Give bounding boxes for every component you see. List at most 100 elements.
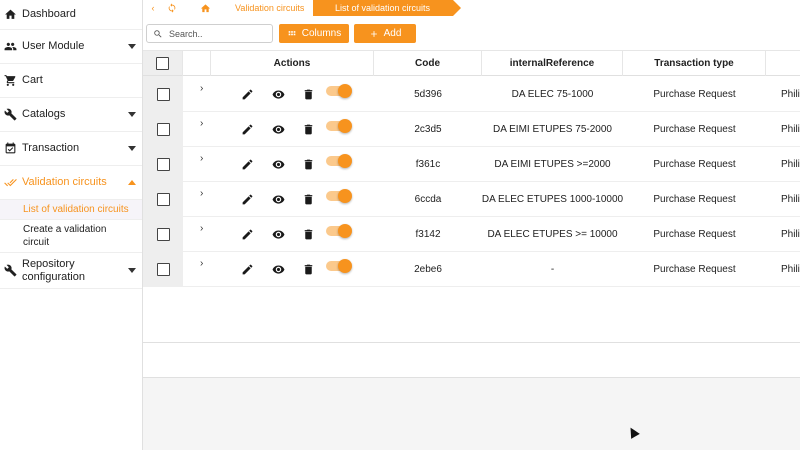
back-icon[interactable]: ‹ (148, 0, 158, 16)
expand-row-icon[interactable]: › (200, 83, 203, 94)
sidebar-item-label: Transaction (22, 142, 80, 154)
plus-icon (369, 29, 384, 39)
breadcrumb: ‹ Validation circuits List of validation… (143, 0, 800, 16)
breadcrumb-home[interactable] (185, 0, 225, 16)
refresh-icon[interactable] (165, 0, 179, 16)
active-toggle[interactable] (326, 189, 352, 203)
cell-extra: Phili (781, 194, 800, 205)
view-icon[interactable] (271, 87, 285, 101)
home-icon (200, 3, 211, 14)
delete-icon[interactable] (301, 262, 315, 276)
cell-transaction-type: Purchase Request (653, 229, 736, 240)
cell-code: 2c3d5 (414, 124, 442, 135)
search-input[interactable] (169, 28, 264, 39)
table-row[interactable]: › 2c3d5 DA EIMI ETUPES 75-2000 Purchase Req… (143, 112, 800, 147)
sidebar-item-dashboard[interactable]: Dashboard (0, 0, 142, 30)
sidebar-item-catalogs[interactable]: Catalogs (0, 98, 142, 132)
row-select-cell (143, 217, 183, 252)
expand-row-icon[interactable]: › (200, 223, 203, 234)
toggle-knob (338, 154, 352, 168)
table-header: Actions Code internalReference Transacti… (143, 50, 800, 76)
expand-row-icon[interactable]: › (200, 118, 203, 129)
header-transaction-type[interactable]: Transaction type (623, 51, 766, 76)
active-toggle[interactable] (326, 84, 352, 98)
cell-code: f361c (415, 159, 441, 170)
delete-icon[interactable] (301, 122, 315, 136)
table-row[interactable]: › 2ebe6 - Purchase Request Phili (143, 252, 800, 287)
cell-internal-reference: DA ELEC ETUPES 1000-10000 (482, 194, 623, 205)
chevron-up-icon (128, 180, 136, 185)
expand-row-icon[interactable]: › (200, 258, 203, 269)
table-row[interactable]: › f3142 DA ELEC ETUPES >= 10000 Purchase Re… (143, 217, 800, 252)
cell-transaction-type: Purchase Request (653, 159, 736, 170)
edit-icon[interactable] (240, 87, 254, 101)
cell-internal-reference: DA EIMI ETUPES >=2000 (494, 159, 611, 170)
row-select-cell (143, 182, 183, 217)
header-code[interactable]: Code (374, 51, 482, 76)
chevron-down-icon (128, 146, 136, 151)
row-select-cell (143, 252, 183, 287)
edit-icon[interactable] (240, 227, 254, 241)
sidebar-item-cart[interactable]: Cart (0, 64, 142, 98)
active-toggle[interactable] (326, 154, 352, 168)
active-toggle[interactable] (326, 259, 352, 273)
wrench-icon (3, 108, 17, 122)
search-box[interactable] (146, 24, 273, 43)
wrench-icon (3, 264, 17, 278)
sidebar-item-user-module[interactable]: User Module (0, 30, 142, 64)
sidebar-item-validation-circuits[interactable]: Validation circuits (0, 166, 142, 200)
row-checkbox[interactable] (156, 263, 170, 276)
row-checkbox[interactable] (156, 228, 170, 241)
view-icon[interactable] (271, 122, 285, 136)
breadcrumb-validation-circuits[interactable]: Validation circuits (231, 0, 304, 16)
table-row[interactable]: › f361c DA EIMI ETUPES >=2000 Purchase Requ… (143, 147, 800, 182)
active-toggle[interactable] (326, 119, 352, 133)
row-select-cell (143, 77, 183, 112)
edit-icon[interactable] (240, 122, 254, 136)
table-row[interactable]: › 6ccda DA ELEC ETUPES 1000-10000 Purchase … (143, 182, 800, 217)
row-checkbox[interactable] (156, 123, 170, 136)
chevron-down-icon (128, 44, 136, 49)
expand-row-icon[interactable]: › (200, 188, 203, 199)
toggle-knob (338, 189, 352, 203)
delete-icon[interactable] (301, 87, 315, 101)
edit-icon[interactable] (240, 157, 254, 171)
row-checkbox[interactable] (156, 193, 170, 206)
view-icon[interactable] (271, 227, 285, 241)
toggle-knob (338, 119, 352, 133)
edit-icon[interactable] (240, 192, 254, 206)
view-icon[interactable] (271, 192, 285, 206)
sidebar-item-label: Repository configuration (22, 257, 85, 283)
header-internal-reference[interactable]: internalReference (482, 51, 623, 76)
home-icon (3, 8, 17, 22)
add-button[interactable]: Add (354, 24, 416, 43)
sidebar-subitem-list-validation-circuits[interactable]: List of validation circuits (0, 200, 142, 220)
cell-code: 6ccda (414, 194, 442, 205)
chevron-down-icon (128, 268, 136, 273)
delete-icon[interactable] (301, 227, 315, 241)
row-checkbox[interactable] (156, 158, 170, 171)
toggle-knob (338, 259, 352, 273)
expand-row-icon[interactable]: › (200, 153, 203, 164)
select-all-checkbox[interactable] (156, 57, 169, 70)
sidebar-item-repository-configuration[interactable]: Repository configuration (0, 253, 142, 289)
row-select-cell (143, 147, 183, 182)
sidebar: Dashboard User Module Cart Catalogs Tran… (0, 0, 143, 450)
table-row[interactable]: › 5d396 DA ELEC 75-1000 Purchase Request Phi… (143, 77, 800, 112)
cell-internal-reference: DA ELEC 75-1000 (511, 89, 594, 100)
sidebar-item-label: Validation circuits (22, 176, 107, 188)
sidebar-item-transaction[interactable]: Transaction (0, 132, 142, 166)
delete-icon[interactable] (301, 192, 315, 206)
edit-icon[interactable] (240, 262, 254, 276)
sidebar-subitem-create-validation-circuit[interactable]: Create a validation circuit (0, 220, 142, 253)
sidebar-item-label: Cart (22, 74, 43, 86)
active-toggle[interactable] (326, 224, 352, 238)
row-checkbox[interactable] (156, 88, 170, 101)
columns-button[interactable]: Columns (279, 24, 349, 43)
view-icon[interactable] (271, 157, 285, 171)
delete-icon[interactable] (301, 157, 315, 171)
view-icon[interactable] (271, 262, 285, 276)
cell-extra: Phili (781, 229, 800, 240)
cell-extra: Phili (781, 124, 800, 135)
double-check-icon (3, 176, 17, 190)
